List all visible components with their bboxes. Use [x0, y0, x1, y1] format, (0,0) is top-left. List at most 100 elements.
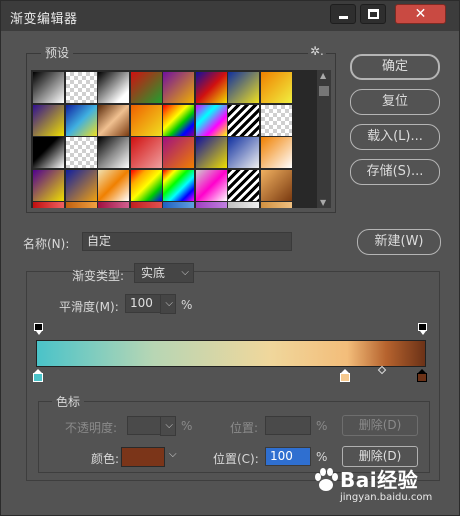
maximize-button[interactable]	[360, 4, 386, 24]
name-label: 名称(N):	[23, 237, 70, 251]
smoothness-field[interactable]: 100	[125, 294, 161, 313]
preset-swatch[interactable]	[98, 137, 129, 168]
gradient-type-label: 渐变类型:	[72, 269, 125, 283]
preset-swatch[interactable]	[98, 104, 129, 136]
preset-swatch[interactable]	[130, 169, 162, 201]
preset-swatch[interactable]	[163, 104, 194, 136]
preset-swatch[interactable]	[33, 169, 64, 201]
preset-swatch[interactable]	[98, 169, 129, 201]
smoothness-dropdown[interactable]: ⌵	[160, 294, 176, 314]
reset-button[interactable]: 复位	[350, 89, 440, 115]
window-title: 渐变编辑器	[10, 12, 78, 27]
opacity-stop-left[interactable]	[33, 323, 44, 337]
preset-swatch[interactable]	[33, 72, 64, 103]
minimize-button[interactable]	[330, 4, 356, 24]
color-label: 颜色:	[91, 452, 120, 466]
preset-swatch[interactable]	[260, 72, 292, 103]
gradient-type-select[interactable]: 实底 ⌵	[134, 263, 194, 283]
opacity-position-field[interactable]	[265, 416, 311, 435]
opacity-position-unit: %	[316, 419, 328, 433]
watermark-logo: Bai经验	[340, 468, 419, 492]
preset-swatch[interactable]	[228, 202, 259, 208]
preset-swatch[interactable]	[260, 202, 292, 208]
preset-swatch[interactable]	[33, 137, 64, 168]
baidu-watermark: Bai经验 jingyan.baidu.com	[312, 464, 458, 514]
preset-swatch[interactable]	[65, 202, 97, 208]
preset-swatch[interactable]	[65, 137, 97, 168]
save-button[interactable]: 存储(S)...	[350, 159, 440, 185]
preset-swatch[interactable]	[33, 104, 64, 136]
color-stop-right[interactable]	[416, 369, 428, 383]
close-icon: ✕	[414, 6, 427, 22]
preset-swatch[interactable]	[195, 169, 227, 201]
color-position-field[interactable]: 100	[265, 447, 311, 466]
preset-swatch[interactable]	[163, 137, 194, 168]
preset-swatch[interactable]	[260, 169, 292, 201]
presets-label: 预设	[41, 44, 74, 61]
preset-swatch[interactable]	[195, 104, 227, 136]
color-position-label: 位置(C):	[213, 452, 259, 466]
preset-swatch[interactable]	[33, 202, 64, 208]
preset-swatch[interactable]	[195, 202, 227, 208]
color-position-unit: %	[316, 450, 328, 464]
gradient-editor-window: 渐变编辑器 ✕ 预设 ✲. ▲ ▼ 确定 复位 载入(L)... 存储(S)..…	[0, 0, 460, 516]
opacity-delete-button[interactable]: 删除(D)	[342, 415, 418, 436]
presets-swatch-grid	[31, 70, 317, 208]
preset-swatch[interactable]	[65, 169, 97, 201]
preset-swatch[interactable]	[228, 137, 259, 168]
preset-swatch[interactable]	[130, 72, 162, 103]
preset-swatch[interactable]	[228, 169, 259, 201]
color-stop-swatch	[340, 373, 350, 382]
smoothness-unit: %	[181, 298, 193, 312]
preset-swatch[interactable]	[228, 104, 259, 136]
color-stop-swatch	[417, 373, 427, 382]
opacity-stop-icon	[34, 323, 43, 331]
presets-gear-icon[interactable]: ✲.	[308, 44, 326, 58]
opacity-dropdown[interactable]: ⌵	[160, 416, 176, 436]
preset-swatch[interactable]	[130, 137, 162, 168]
preset-swatch[interactable]	[65, 72, 97, 103]
chevron-down-icon[interactable]: ⌵	[169, 449, 177, 460]
gradient-type-value: 实底	[141, 266, 166, 280]
minimize-icon	[339, 16, 348, 19]
chevron-down-icon: ⌵	[165, 298, 173, 309]
preset-swatch[interactable]	[163, 72, 194, 103]
preset-swatch[interactable]	[130, 202, 162, 208]
opacity-stop-right[interactable]	[417, 323, 428, 337]
close-button[interactable]: ✕	[395, 4, 446, 24]
ok-button[interactable]: 确定	[350, 54, 440, 80]
preset-swatch[interactable]	[163, 202, 194, 208]
name-field[interactable]: 自定	[82, 232, 292, 251]
color-swatch[interactable]	[121, 447, 165, 467]
preset-swatch[interactable]	[98, 202, 129, 208]
preset-swatch[interactable]	[195, 137, 227, 168]
opacity-label: 不透明度:	[65, 421, 118, 435]
preset-swatch[interactable]	[260, 104, 292, 136]
presets-scrollbar[interactable]: ▲ ▼	[317, 70, 331, 208]
chevron-down-icon: ⌵	[181, 267, 189, 278]
color-stop-middle[interactable]	[339, 369, 351, 383]
opacity-unit: %	[181, 419, 193, 433]
preset-swatch[interactable]	[260, 137, 292, 168]
scroll-thumb[interactable]	[319, 86, 329, 96]
preset-swatch[interactable]	[228, 72, 259, 103]
maximize-icon	[368, 9, 379, 19]
color-stop-swatch	[33, 373, 43, 382]
preset-swatch[interactable]	[163, 169, 194, 201]
opacity-field[interactable]	[127, 416, 161, 435]
gradient-preview-bar[interactable]	[36, 340, 426, 367]
load-button[interactable]: 载入(L)...	[350, 124, 440, 150]
baidu-paw-icon	[315, 468, 338, 491]
smoothness-label: 平滑度(M):	[59, 300, 119, 314]
title-bar[interactable]: 渐变编辑器 ✕	[1, 1, 459, 31]
preset-swatch[interactable]	[130, 104, 162, 136]
preset-swatch[interactable]	[65, 104, 97, 136]
opacity-position-label: 位置:	[230, 421, 259, 435]
preset-swatch[interactable]	[195, 72, 227, 103]
preset-swatch[interactable]	[98, 72, 129, 103]
new-button[interactable]: 新建(W)	[357, 229, 441, 255]
scroll-down-icon[interactable]: ▼	[320, 198, 326, 207]
chevron-down-icon: ⌵	[165, 420, 173, 431]
scroll-up-icon[interactable]: ▲	[320, 71, 326, 80]
color-stop-left[interactable]	[32, 369, 44, 383]
